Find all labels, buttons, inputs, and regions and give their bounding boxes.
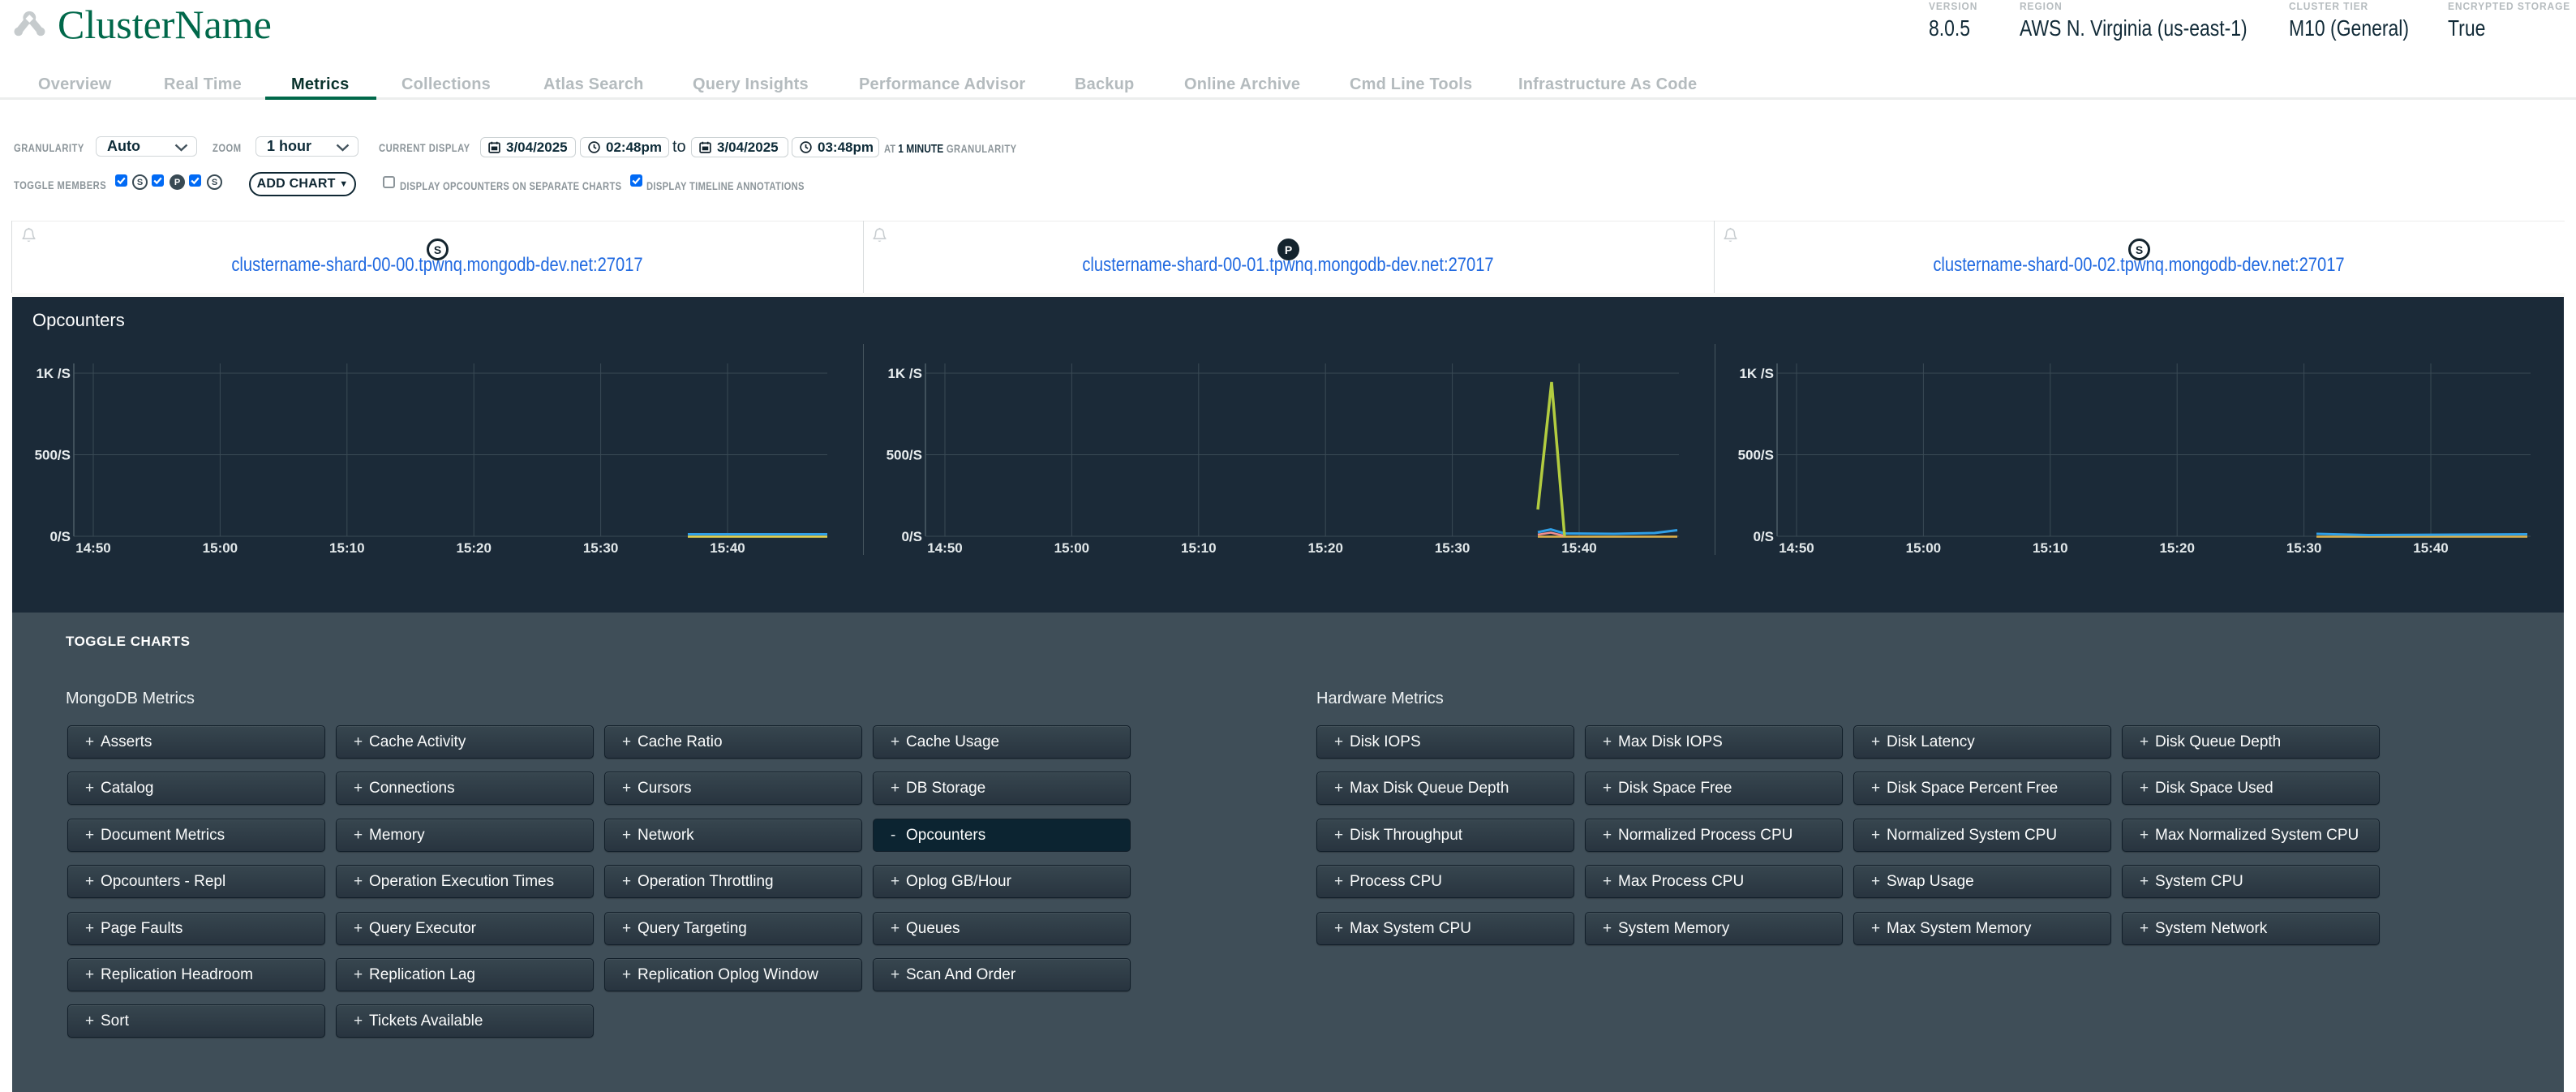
- svg-text:15:20: 15:20: [2159, 540, 2194, 556]
- svg-text:500/S: 500/S: [35, 448, 71, 463]
- svg-text:15:30: 15:30: [1435, 540, 1470, 556]
- svg-text:15:10: 15:10: [2033, 540, 2067, 556]
- svg-text:15:10: 15:10: [1181, 540, 1216, 556]
- svg-text:15:00: 15:00: [1054, 540, 1089, 556]
- svg-text:500/S: 500/S: [887, 448, 922, 463]
- svg-text:1K /S: 1K /S: [887, 366, 922, 381]
- svg-text:15:30: 15:30: [2286, 540, 2321, 556]
- svg-text:14:50: 14:50: [75, 540, 110, 556]
- svg-text:15:00: 15:00: [203, 540, 238, 556]
- svg-text:15:40: 15:40: [710, 540, 745, 556]
- svg-text:15:20: 15:20: [456, 540, 491, 556]
- svg-text:15:20: 15:20: [1307, 540, 1342, 556]
- svg-text:15:30: 15:30: [583, 540, 618, 556]
- svg-text:15:40: 15:40: [1561, 540, 1596, 556]
- svg-text:15:10: 15:10: [329, 540, 364, 556]
- svg-text:500/S: 500/S: [1738, 448, 1774, 463]
- svg-text:0/S: 0/S: [1753, 529, 1774, 544]
- svg-text:0/S: 0/S: [49, 529, 71, 544]
- svg-text:15:40: 15:40: [2413, 540, 2448, 556]
- svg-text:14:50: 14:50: [1779, 540, 1814, 556]
- svg-text:14:50: 14:50: [927, 540, 962, 556]
- svg-text:0/S: 0/S: [901, 529, 922, 544]
- svg-text:1K /S: 1K /S: [36, 366, 71, 381]
- svg-text:15:00: 15:00: [1906, 540, 1941, 556]
- svg-text:1K /S: 1K /S: [1739, 366, 1774, 381]
